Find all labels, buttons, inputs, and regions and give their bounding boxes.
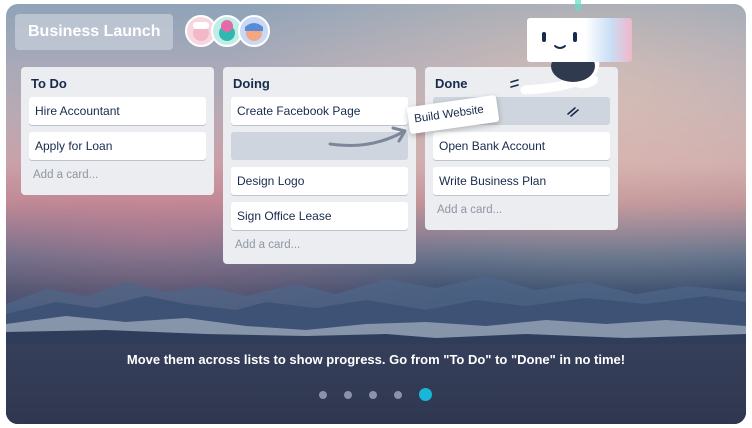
avatar[interactable]	[238, 15, 270, 47]
list-card[interactable]: Apply for Loan	[29, 132, 206, 160]
member-face-icon	[245, 23, 263, 41]
list-card[interactable]: Design Logo	[231, 167, 408, 195]
list-title: Doing	[233, 76, 270, 91]
list-card[interactable]: Hire Accountant	[29, 97, 206, 125]
carousel-dot[interactable]	[394, 391, 402, 399]
list-card[interactable]: Open Bank Account	[433, 132, 610, 160]
carousel-dot[interactable]	[319, 391, 327, 399]
board-title[interactable]: Business Launch	[15, 14, 174, 50]
carousel-dot-active[interactable]	[419, 388, 432, 401]
list-doing[interactable]: Doing Create Facebook Page Design Logo S…	[223, 67, 416, 264]
carousel-dot[interactable]	[344, 391, 352, 399]
list-card[interactable]: Sign Office Lease	[231, 202, 408, 230]
robot-mascot-icon	[520, 0, 632, 95]
list-card[interactable]: Write Business Plan	[433, 167, 610, 195]
drag-arrow-icon	[328, 126, 407, 147]
list-to-do[interactable]: To Do Hire Accountant Apply for Loan Add…	[21, 67, 214, 195]
add-card-link[interactable]: Add a card...	[29, 167, 206, 183]
add-card-link[interactable]: Add a card...	[231, 237, 408, 253]
member-face-icon	[219, 20, 235, 41]
slide-caption: Move them across lists to show progress.…	[126, 352, 626, 367]
list-title: To Do	[31, 76, 67, 91]
add-card-link[interactable]: Add a card...	[433, 202, 610, 218]
carousel-dot[interactable]	[369, 391, 377, 399]
